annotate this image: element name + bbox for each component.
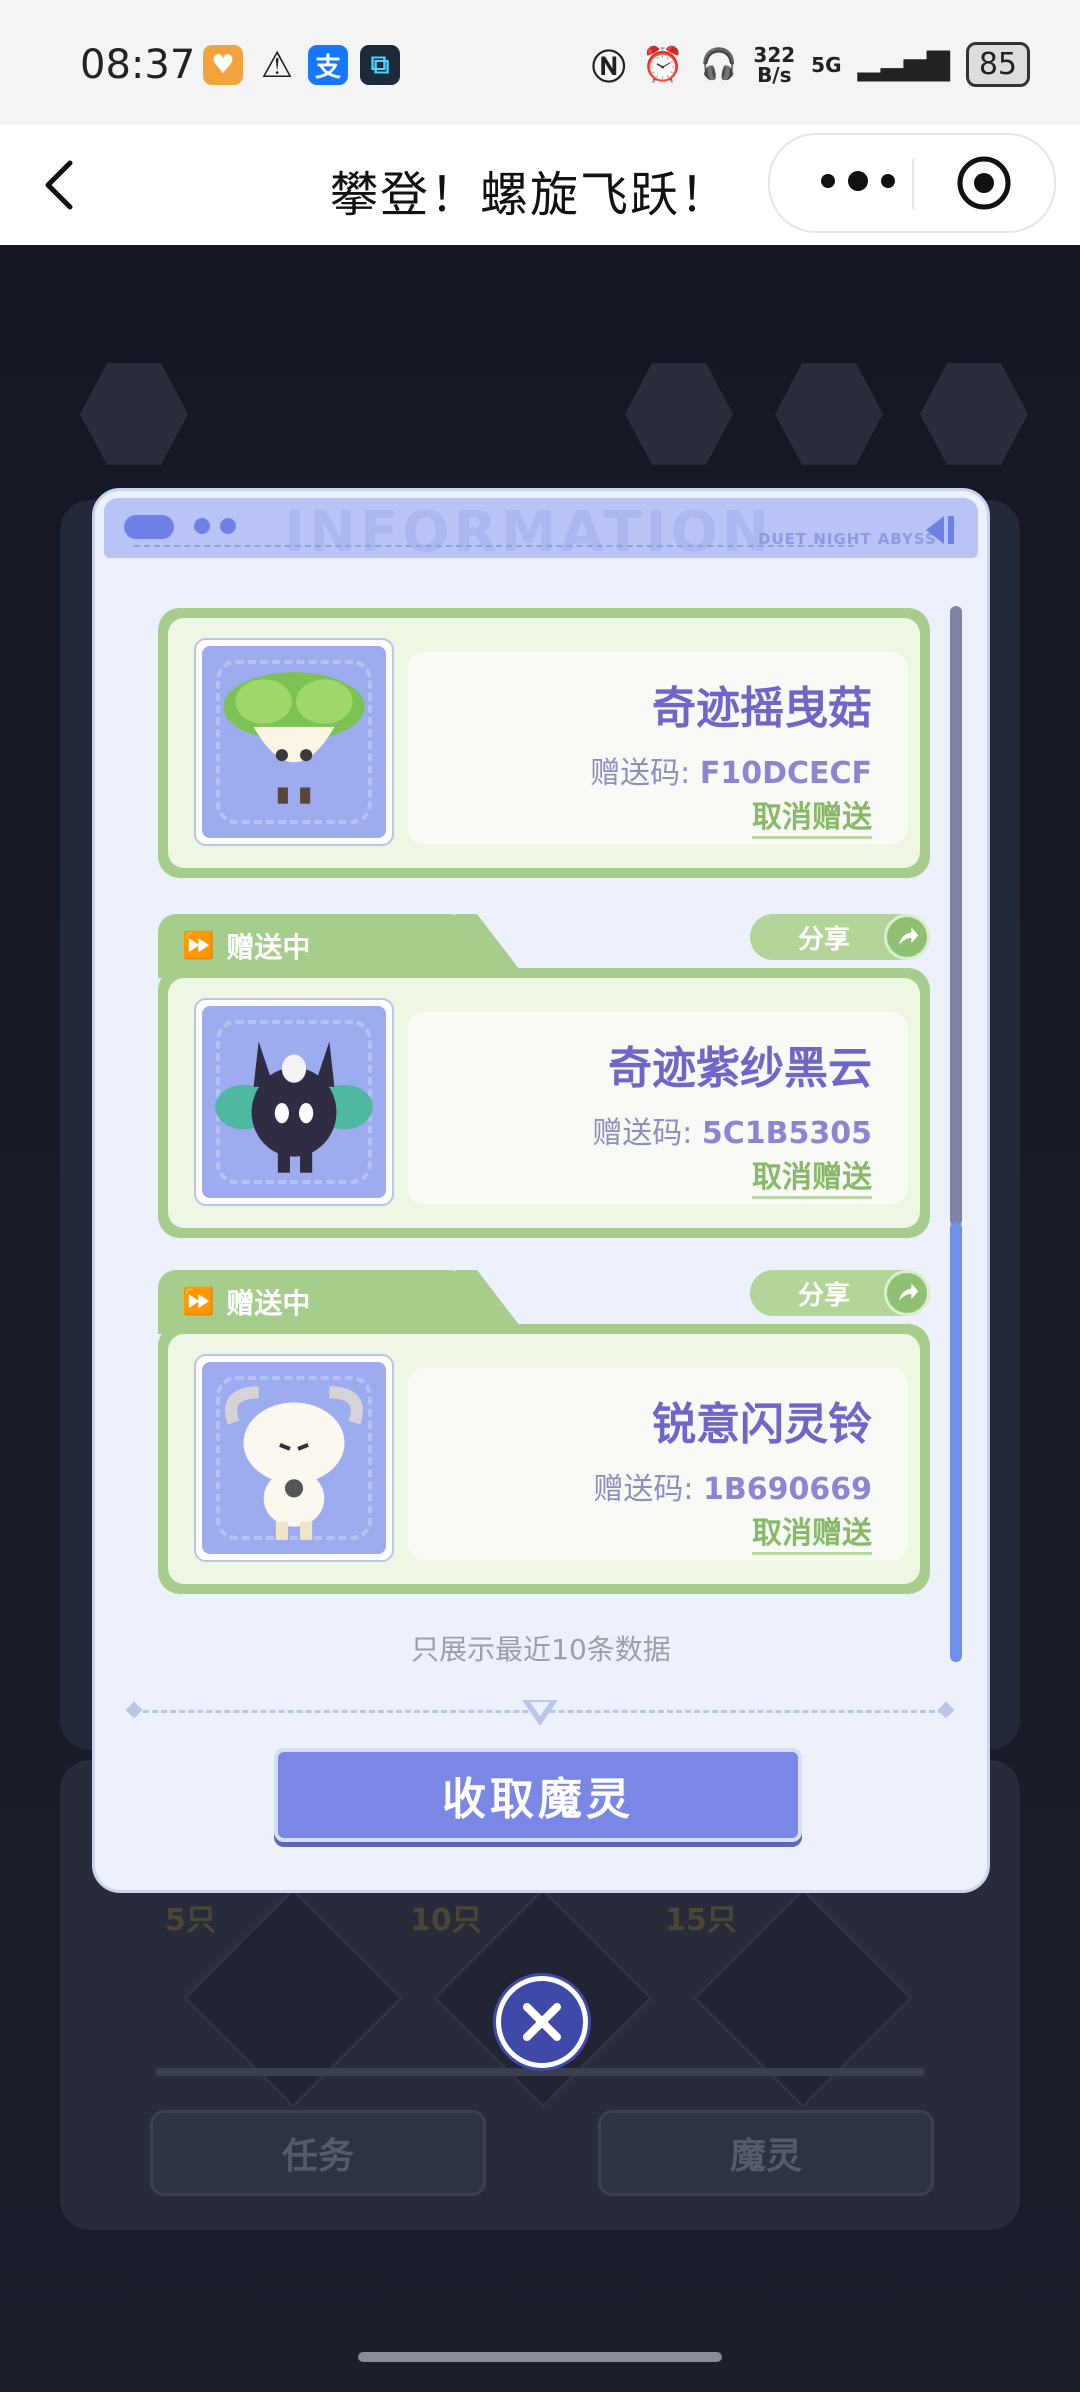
capsule-menu <box>768 133 1056 233</box>
header-dot <box>220 518 236 534</box>
scrollbar-track-upper <box>950 606 962 1226</box>
milestone-tag: 5只 <box>165 1903 216 1938</box>
alarm-icon: ⏰ <box>641 44 685 85</box>
header-dot <box>194 518 210 534</box>
capsule-divider <box>912 159 914 209</box>
cancel-gift-link[interactable]: 取消赠送 <box>752 800 872 839</box>
network-type: 5G <box>811 52 842 77</box>
collect-spirit-button[interactable]: 收取魔灵 <box>274 1748 802 1842</box>
goat-bell-pet-icon <box>225 1386 363 1540</box>
recent-records-note: 只展示最近10条数据 <box>411 1633 671 1666</box>
gift-code: 赠送码: 5C1B5305 <box>592 1116 872 1151</box>
milestone-tag: 10只 <box>410 1903 482 1938</box>
pet-thumbnail <box>194 638 394 846</box>
header-pill <box>124 515 174 539</box>
app-icon: ⧉ <box>360 45 400 85</box>
fast-forward-icon: ⏩ <box>182 1287 215 1317</box>
gift-card: ⏩ 赠送中 分享 <box>158 914 930 1238</box>
pet-thumbnail <box>194 1354 394 1562</box>
gift-card: 奇迹摇曳菇 赠送码: F10DCECF 取消赠送 <box>158 608 930 878</box>
home-indicator[interactable] <box>358 2352 722 2362</box>
close-miniprogram-icon[interactable] <box>956 155 1012 211</box>
header-dash-line <box>134 545 854 547</box>
gift-card-body: 奇迹摇曳菇 赠送码: F10DCECF 取消赠送 <box>158 608 930 878</box>
scrollbar-thumb[interactable] <box>950 1222 962 1662</box>
gift-code: 赠送码: 1B690669 <box>593 1472 872 1507</box>
status-bar: 08:37 ♥ ⚠ 支 ⧉ Ⓝ ⏰ 🎧 322 B/s 5G ▂▃▅▇ 85 <box>0 0 1080 135</box>
nfc-icon: Ⓝ <box>591 48 626 88</box>
close-modal-icon[interactable] <box>496 1976 588 2068</box>
signal-icon: ▂▃▅▇ <box>857 47 950 82</box>
progress-bar <box>155 2068 925 2076</box>
black-cloud-pet-icon <box>215 1041 373 1173</box>
gift-name: 锐意闪灵铃 <box>652 1399 872 1450</box>
divider-chevron-icon <box>522 1700 558 1726</box>
gift-card-body: 奇迹紫纱黑云 赠送码: 5C1B5305 取消赠送 <box>158 968 930 1238</box>
share-arrow-icon <box>884 1270 930 1316</box>
modal-header: INFORMATION DUET NIGHT ABYSS <box>104 498 978 558</box>
tasks-button: 任务 <box>150 2110 486 2196</box>
gift-name: 奇迹紫纱黑云 <box>608 1043 872 1094</box>
gift-name: 奇迹摇曳菇 <box>652 683 872 734</box>
fast-forward-icon: ⏩ <box>182 931 215 961</box>
headphone-icon: 🎧 <box>700 47 738 82</box>
mini-program-titlebar: 攀登！螺旋飞跃！ <box>0 125 1080 245</box>
more-options-icon[interactable] <box>808 161 908 201</box>
battery-icon: 85 <box>965 42 1030 87</box>
health-app-icon: ♥ <box>203 45 243 85</box>
header-watermark: INFORMATION <box>284 500 773 558</box>
milestone-tag: 15只 <box>665 1903 737 1938</box>
collapse-arrow-icon <box>926 516 954 544</box>
share-button[interactable]: 分享 <box>750 1270 930 1316</box>
cancel-gift-link[interactable]: 取消赠送 <box>752 1160 872 1199</box>
network-speed: 322 B/s <box>753 42 796 87</box>
gift-card: ⏩ 赠送中 分享 <box>158 1270 930 1594</box>
clock: 08:37 <box>80 42 196 88</box>
share-button[interactable]: 分享 <box>750 914 930 960</box>
pet-thumbnail <box>194 998 394 1206</box>
header-brand: DUET NIGHT ABYSS <box>758 530 937 548</box>
gift-code: 赠送码: F10DCECF <box>590 756 872 791</box>
cancel-gift-link[interactable]: 取消赠送 <box>752 1516 872 1555</box>
alipay-icon: 支 <box>308 45 348 85</box>
gift-card-body: 锐意闪灵铃 赠送码: 1B690669 取消赠送 <box>158 1324 930 1594</box>
mushroom-pet-icon <box>223 672 365 804</box>
spirits-button: 魔灵 <box>598 2110 934 2196</box>
warning-icon: ⚠ <box>260 44 294 86</box>
share-arrow-icon <box>884 914 930 960</box>
